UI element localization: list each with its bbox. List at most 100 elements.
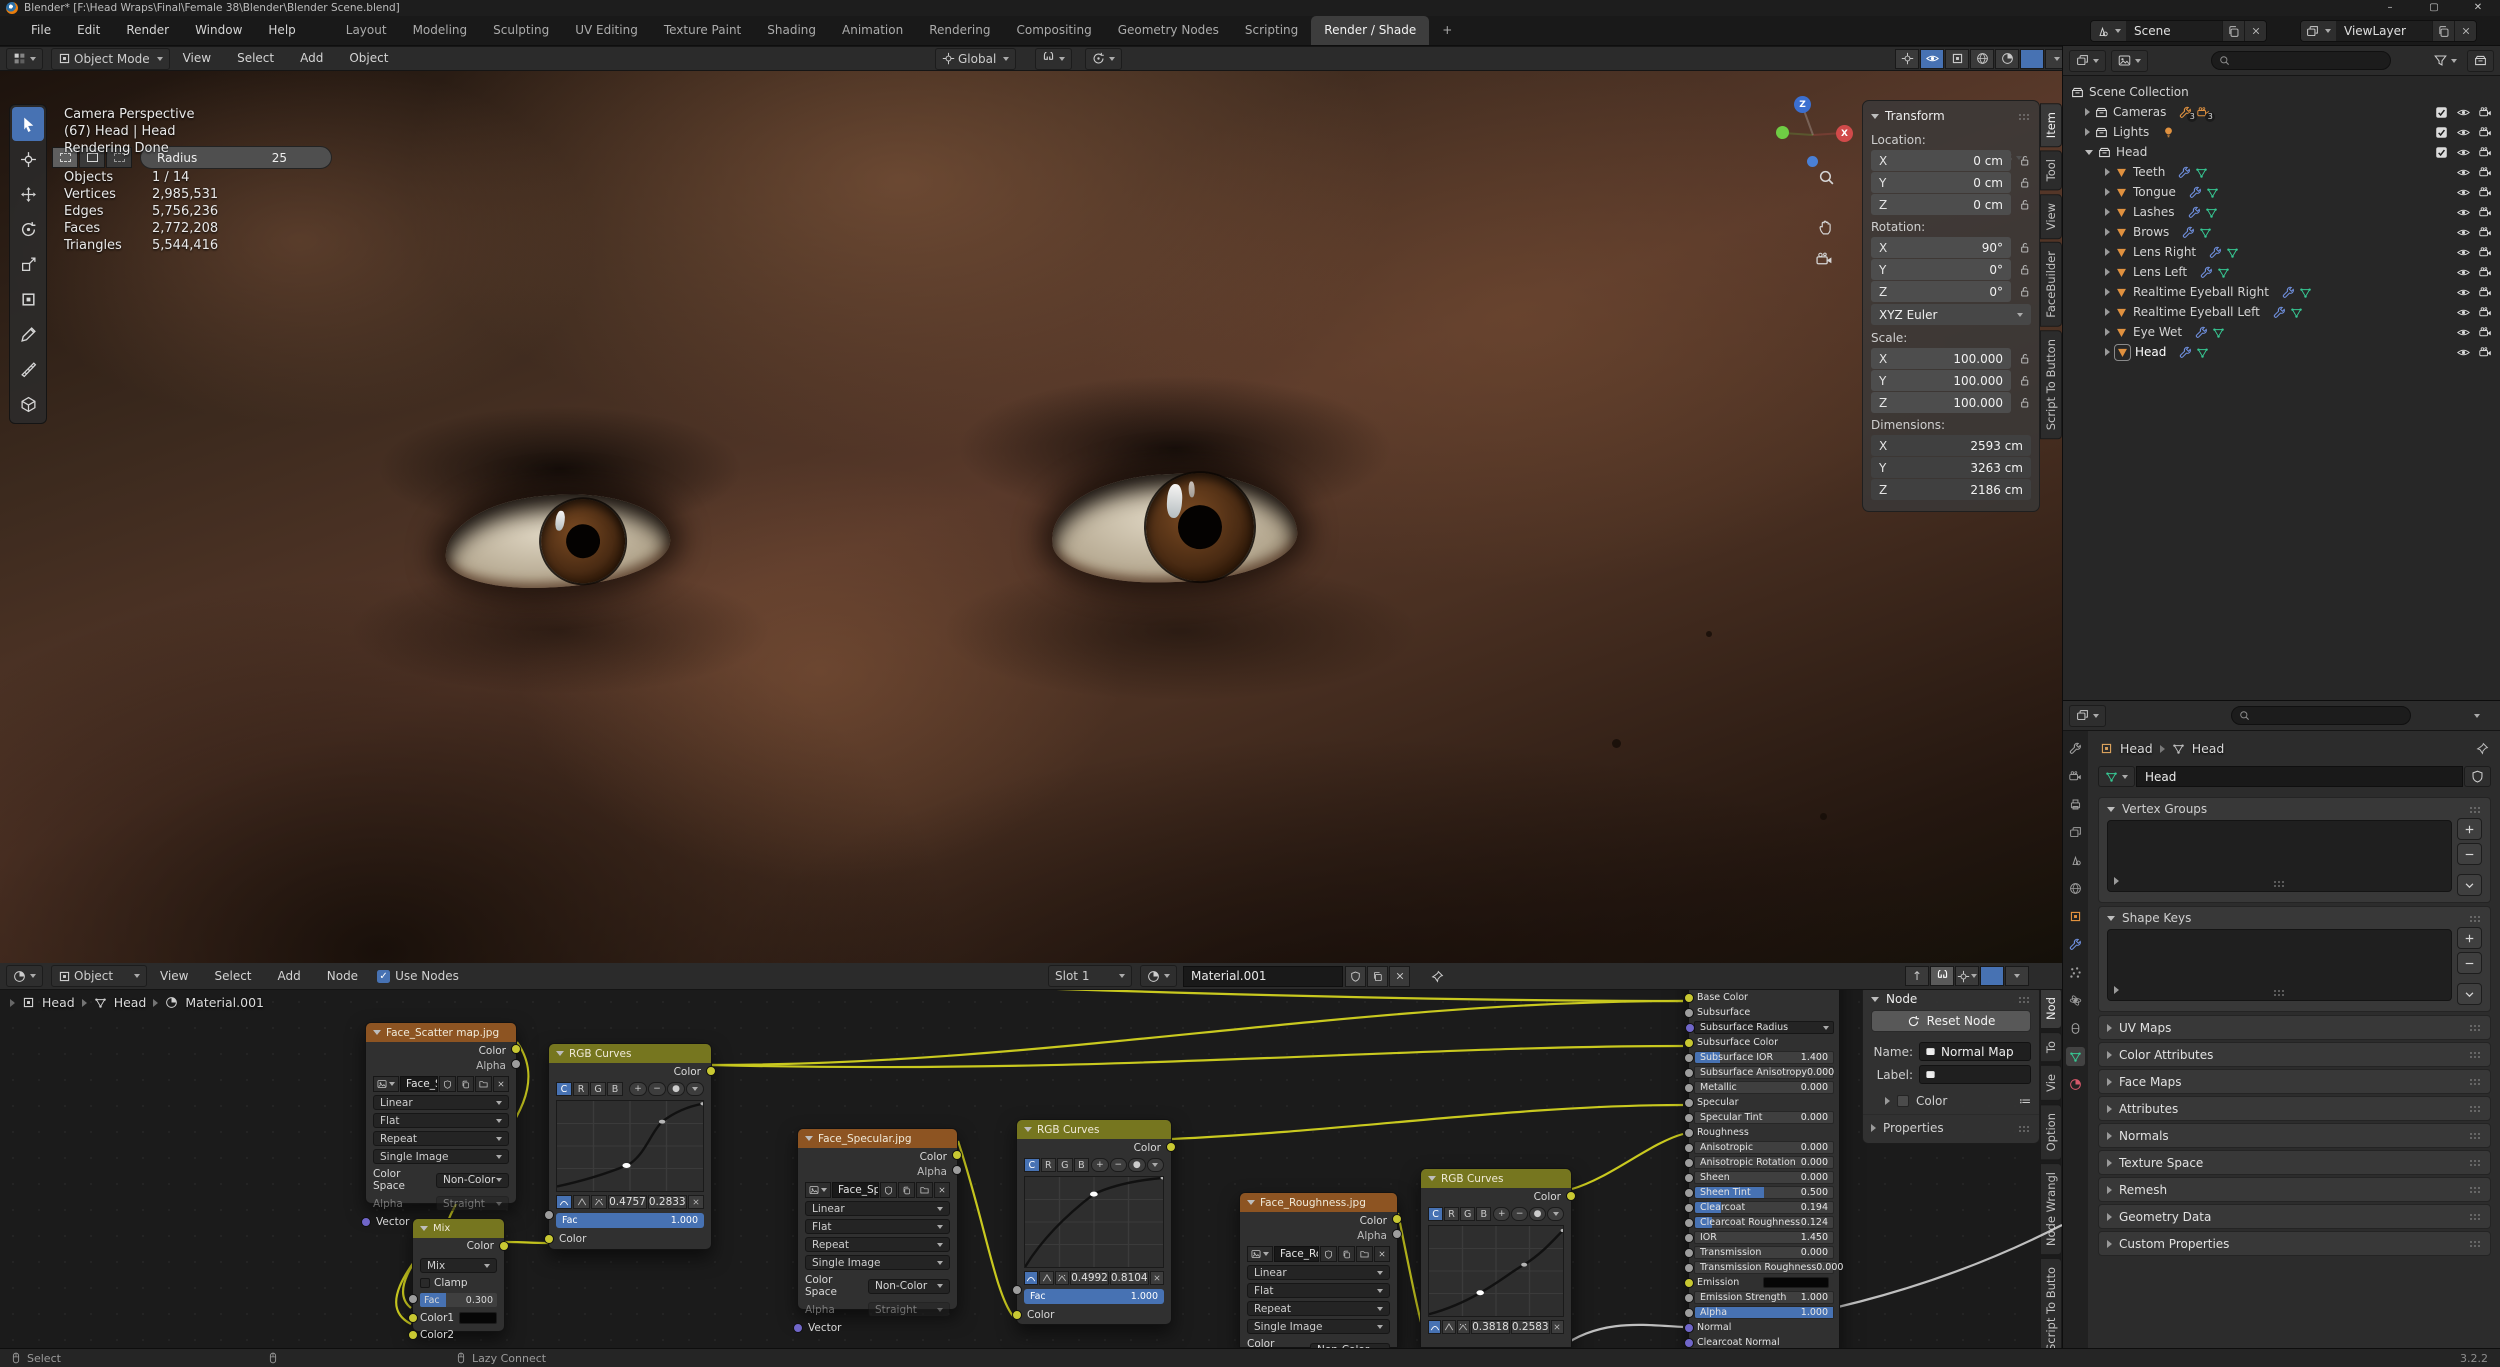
overlays-toggle[interactable]: [1920, 49, 1944, 69]
menu-render[interactable]: Render: [113, 16, 182, 45]
checkbox-icon[interactable]: [2435, 106, 2448, 119]
panel-geometry-data[interactable]: Geometry Data: [2098, 1204, 2491, 1229]
clamp-checkbox[interactable]: [420, 1278, 430, 1288]
panel-face-maps[interactable]: Face Maps: [2098, 1069, 2491, 1094]
outliner-restriction-toggles[interactable]: [2111, 50, 2148, 72]
curve-tools[interactable]: ●: [667, 1082, 685, 1096]
rotation-z-field[interactable]: Z0°: [1871, 281, 2011, 302]
properties-options-dropdown[interactable]: [2468, 705, 2486, 727]
socket-specular[interactable]: [1684, 1098, 1694, 1108]
gizmo-axis-y[interactable]: [1776, 126, 1789, 139]
viewlayer-name-field[interactable]: ViewLayer: [2336, 21, 2432, 41]
tab-facebuilder[interactable]: FaceBuilder: [2040, 242, 2062, 327]
fac-slider[interactable]: Fac1.000: [556, 1213, 704, 1228]
viewport-zoom-icon[interactable]: [1818, 169, 1835, 186]
node-face-scatter-map[interactable]: Face_Scatter map.jpg Color Alpha Face_Sc…: [365, 1022, 517, 1204]
dimensions-x-field[interactable]: X2593 cm: [1871, 435, 2031, 456]
shading-solid-button[interactable]: [1995, 49, 2019, 69]
unlink-icon[interactable]: [1374, 1246, 1390, 1262]
mode-selector[interactable]: Object Mode: [51, 48, 170, 70]
panel-attributes[interactable]: Attributes: [2098, 1096, 2491, 1121]
slider-emission-strength[interactable]: Emission Strength1.000: [1694, 1291, 1834, 1304]
folder-icon[interactable]: [916, 1182, 933, 1198]
pin-icon[interactable]: [2476, 742, 2489, 755]
socket[interactable]: [1684, 1053, 1694, 1063]
curve-widget[interactable]: [1024, 1176, 1164, 1268]
channel-b[interactable]: B: [1074, 1158, 1090, 1172]
slider-metallic[interactable]: Metallic0.000: [1694, 1081, 1834, 1094]
close-button[interactable]: ✕: [2456, 0, 2500, 16]
location-y-field[interactable]: Y0 cm: [1871, 172, 2011, 193]
pin-button[interactable]: [1425, 965, 1450, 987]
panel-color-attributes[interactable]: Color Attributes: [2098, 1042, 2491, 1067]
snap-target-button[interactable]: [1955, 966, 1979, 986]
outliner-row-teeth[interactable]: Teeth: [2071, 162, 2500, 182]
projection-dropdown[interactable]: Flat: [373, 1113, 509, 1128]
material-fake-user[interactable]: [1345, 966, 1366, 987]
tab-options[interactable]: Option: [2040, 1104, 2062, 1160]
gizmo-axis-x[interactable]: X: [1836, 125, 1853, 142]
lock-icon[interactable]: [2011, 154, 2031, 167]
node-rgb-curves-2[interactable]: RGB Curves Color CRGB+−● 0.49920.8104 Fa…: [1016, 1119, 1172, 1325]
workspace-tab-uv-editing[interactable]: UV Editing: [562, 16, 651, 45]
lock-icon[interactable]: [2011, 263, 2031, 276]
viewport-menu-add[interactable]: Add: [287, 44, 336, 73]
socket[interactable]: [1684, 1233, 1694, 1243]
fake-user-icon[interactable]: [1320, 1246, 1337, 1262]
overlays-dropdown[interactable]: [2005, 966, 2029, 986]
viewport-camera-icon[interactable]: [1816, 251, 1833, 268]
slider-sheen[interactable]: Sheen0.000: [1694, 1171, 1834, 1184]
socket-vector-in[interactable]: [793, 1323, 803, 1333]
extension-dropdown[interactable]: Repeat: [805, 1237, 950, 1252]
image-name-field[interactable]: Face_Scatter m...: [400, 1076, 438, 1092]
tool-add-cube[interactable]: [12, 387, 44, 421]
copy-icon[interactable]: [457, 1076, 474, 1092]
workspace-tab-scripting[interactable]: Scripting: [1232, 16, 1311, 45]
lock-icon[interactable]: [2011, 198, 2031, 211]
outliner-filter-button[interactable]: [2428, 50, 2463, 72]
interpolation-dropdown[interactable]: Linear: [1247, 1265, 1390, 1280]
socket-subsurface[interactable]: [1684, 1008, 1694, 1018]
tab-viewlayer-icon[interactable]: [2066, 823, 2085, 842]
tab-scene-icon[interactable]: [2066, 851, 2085, 870]
rotation-mode-dropdown[interactable]: XYZ Euler: [1871, 304, 2031, 325]
slider-alpha[interactable]: Alpha1.000: [1694, 1306, 1834, 1319]
properties-panel-toggle[interactable]: Properties: [1883, 1121, 1944, 1135]
channel-c[interactable]: C: [556, 1082, 572, 1096]
curve-extend[interactable]: [1147, 1158, 1164, 1172]
tool-rotate[interactable]: [12, 212, 44, 246]
unlink-icon[interactable]: [934, 1182, 950, 1198]
viewport-menu-object[interactable]: Object: [336, 44, 401, 73]
checkbox-icon[interactable]: [2435, 146, 2448, 159]
emission-color-swatch[interactable]: [1763, 1277, 1829, 1288]
panel-texture-space[interactable]: Texture Space: [2098, 1150, 2491, 1175]
curve-zoom-in[interactable]: +: [629, 1082, 647, 1096]
tab-view[interactable]: View: [2040, 194, 2062, 239]
point-y-field[interactable]: 0.2583: [1511, 1320, 1550, 1334]
point-y-field[interactable]: 0.2833: [648, 1195, 687, 1209]
outliner-row-scene-collection[interactable]: Scene Collection: [2071, 82, 2500, 102]
material-unlink[interactable]: [1389, 966, 1410, 987]
add-workspace-button[interactable]: +: [1429, 16, 1465, 45]
channel-c[interactable]: C: [1024, 1158, 1040, 1172]
channel-r[interactable]: R: [1444, 1207, 1459, 1221]
node-rgb-curves-3[interactable]: RGB Curves Color CRGB+−● 0.38180.2583: [1420, 1168, 1572, 1348]
add-shape-key-button[interactable]: [2457, 927, 2482, 949]
vertex-group-specials-button[interactable]: [2457, 874, 2482, 896]
delete-point-button[interactable]: [688, 1195, 704, 1209]
curve-zoom-in[interactable]: +: [1493, 1207, 1510, 1221]
vertex-groups-list[interactable]: [2107, 820, 2452, 892]
snapping-toggle[interactable]: [1930, 966, 1954, 986]
material-name-field[interactable]: Material.001: [1183, 966, 1343, 987]
editor-type-button[interactable]: [6, 48, 43, 70]
collapse-icon[interactable]: [2107, 916, 2115, 921]
navigation-gizmo[interactable]: Z X: [1770, 92, 1856, 178]
point-x-field[interactable]: 0.4992: [1070, 1271, 1109, 1285]
node-menu-select[interactable]: Select: [201, 962, 264, 991]
rotation-x-field[interactable]: X90°: [1871, 237, 2011, 258]
hide-icon[interactable]: [2457, 126, 2470, 139]
viewport-menu-select[interactable]: Select: [224, 44, 287, 73]
socket-color-out[interactable]: [511, 1044, 521, 1054]
tab-view[interactable]: Vie: [2040, 1065, 2062, 1101]
slider-ior[interactable]: IOR1.450: [1694, 1231, 1834, 1244]
